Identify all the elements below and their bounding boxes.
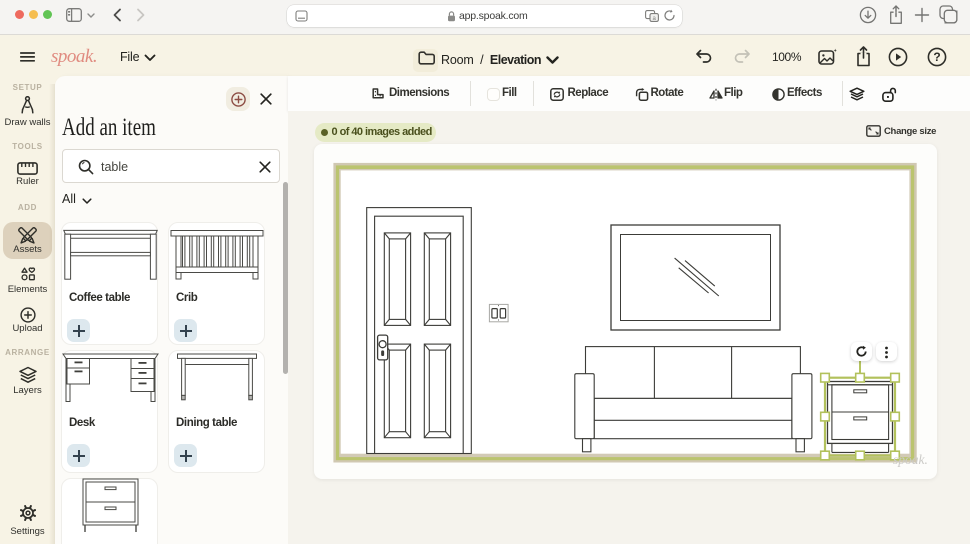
svg-text:spoak.: spoak.: [893, 452, 928, 467]
svg-text:?: ?: [933, 50, 940, 64]
